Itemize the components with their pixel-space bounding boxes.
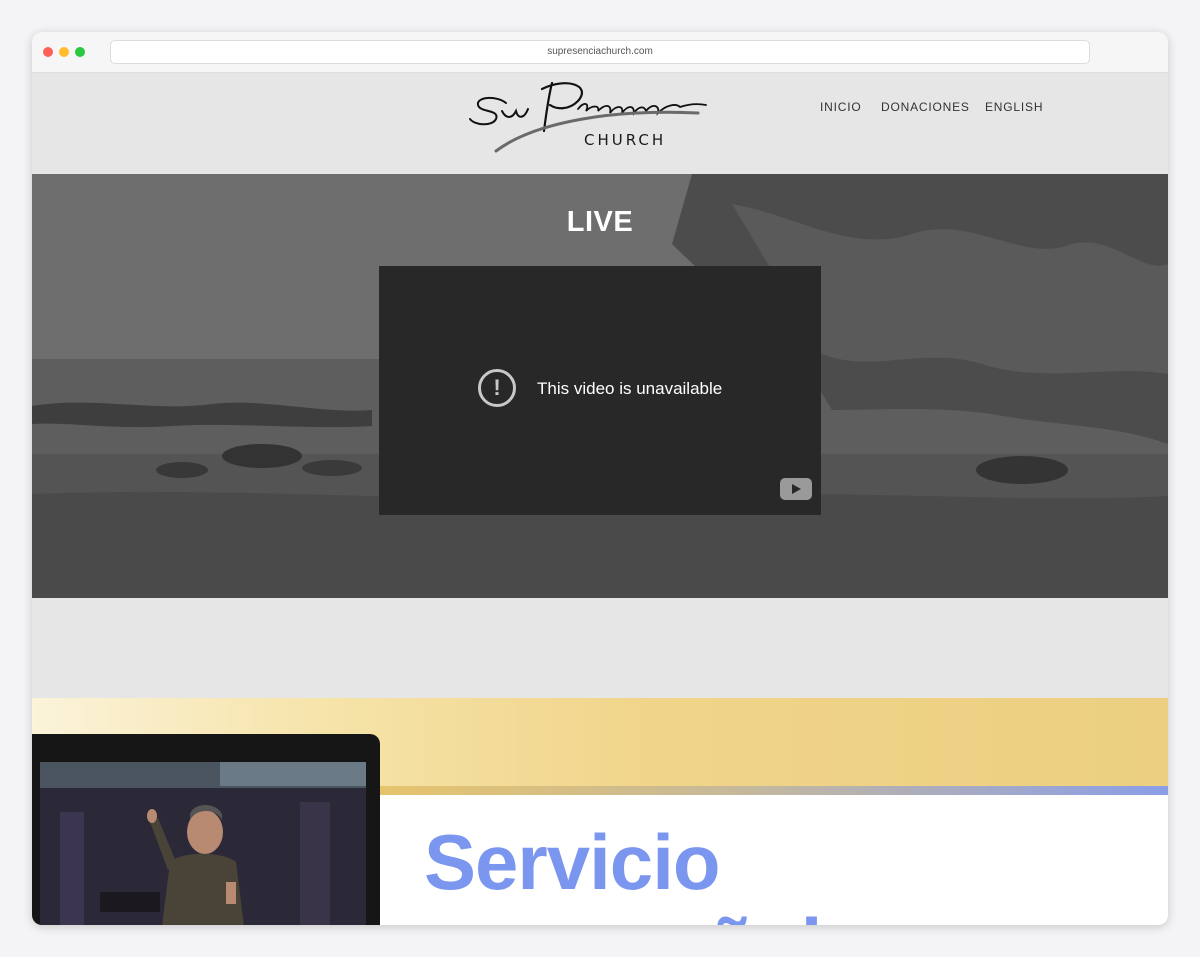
- promo-card: Servicio en español: [380, 786, 1168, 925]
- nav-donaciones[interactable]: DONACIONES: [881, 100, 970, 114]
- minimize-window-button[interactable]: [59, 47, 69, 57]
- preacher-photo-graphic: [40, 762, 366, 925]
- promo-section: Servicio en español: [32, 698, 1168, 925]
- maximize-window-button[interactable]: [75, 47, 85, 57]
- promo-heading-line-2: en español: [424, 904, 822, 925]
- promo-heading: Servicio en español: [424, 818, 822, 925]
- browser-window: supresenciachurch.com CHURCH INICIO DONA…: [32, 32, 1168, 925]
- promo-heading-line-1: Servicio: [424, 818, 721, 906]
- live-heading: LIVE: [566, 206, 634, 238]
- embedded-video-player[interactable]: ! This video is unavailable: [379, 266, 821, 515]
- address-bar[interactable]: supresenciachurch.com: [110, 40, 1090, 64]
- nav-inicio[interactable]: INICIO: [820, 100, 861, 114]
- youtube-icon[interactable]: [780, 478, 812, 500]
- video-unavailable-message: This video is unavailable: [537, 379, 723, 398]
- nav-english[interactable]: ENGLISH: [985, 100, 1043, 114]
- preacher-photo: [40, 762, 366, 925]
- browser-toolbar: supresenciachurch.com: [32, 32, 1168, 73]
- warning-icon: !: [478, 369, 516, 407]
- logo-church-text: CHURCH: [584, 131, 667, 149]
- site-header: CHURCH INICIO DONACIONES ENGLISH: [32, 73, 1168, 174]
- section-spacer: [32, 598, 1168, 698]
- live-section: LIVE ! This video is unavailable: [32, 174, 1168, 598]
- promo-accent-bar: [380, 786, 1168, 795]
- laptop-image: [32, 734, 380, 925]
- close-window-button[interactable]: [43, 47, 53, 57]
